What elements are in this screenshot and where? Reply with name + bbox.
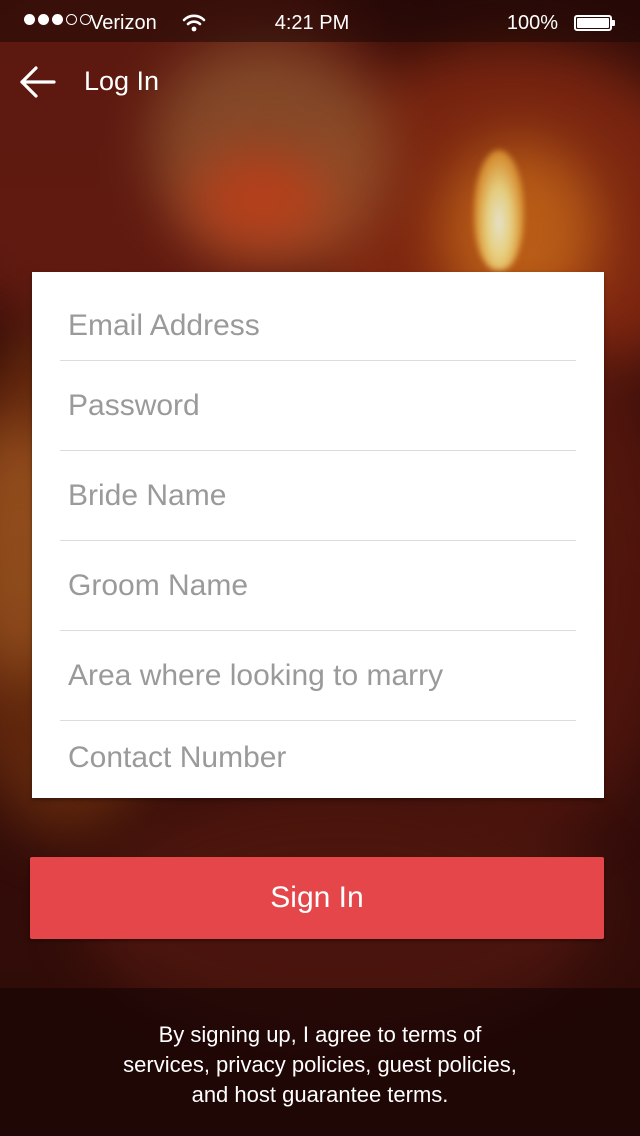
terms-line: services, privacy policies, guest polici…	[123, 1052, 517, 1077]
bride-name-field-row	[60, 451, 576, 541]
email-input[interactable]	[68, 292, 576, 360]
arrow-left-icon	[20, 66, 56, 98]
area-field-row	[60, 631, 576, 721]
status-bar: Verizon 4:21 PM 100%	[0, 0, 640, 42]
page-title: Log In	[84, 66, 160, 96]
password-field-row	[60, 361, 576, 451]
terms-text: By signing up, I agree to terms of servi…	[0, 1020, 640, 1110]
contact-number-input[interactable]	[68, 721, 576, 795]
battery-icon	[574, 15, 615, 31]
contact-number-field-row	[60, 721, 576, 795]
terms-line: By signing up, I agree to terms of	[158, 1022, 482, 1047]
email-field-row	[60, 292, 576, 361]
marriage-area-input[interactable]	[68, 631, 576, 720]
terms-footer: By signing up, I agree to terms of servi…	[0, 988, 640, 1136]
sign-in-button[interactable]: Sign In	[30, 857, 604, 939]
terms-line: and host guarantee terms.	[191, 1082, 449, 1107]
battery-percentage: 100%	[506, 12, 558, 34]
login-form-card	[32, 272, 604, 798]
groom-name-field-row	[60, 541, 576, 631]
bride-name-input[interactable]	[68, 451, 576, 540]
back-button[interactable]	[18, 62, 62, 102]
password-input[interactable]	[68, 361, 576, 450]
groom-name-input[interactable]	[68, 541, 576, 630]
